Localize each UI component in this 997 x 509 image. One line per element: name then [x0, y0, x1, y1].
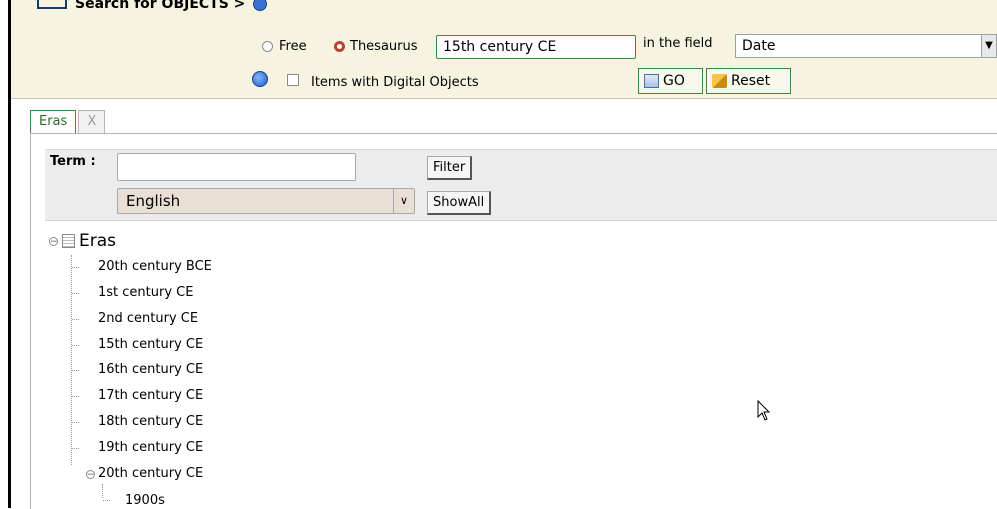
tree-connector — [72, 370, 79, 371]
tree-node[interactable]: 20th century BCE — [98, 259, 212, 274]
tree-connector — [72, 448, 79, 449]
tab-bar: Eras X — [30, 110, 107, 134]
tab-close[interactable]: X — [78, 110, 106, 134]
chevron-down-icon[interactable]: ▼ — [981, 35, 996, 57]
filter-button[interactable]: Filter — [427, 156, 473, 180]
reset-button[interactable]: Reset — [706, 68, 791, 94]
tree-connector — [72, 319, 79, 320]
tree-node[interactable]: 15th century CE — [98, 337, 203, 352]
field-select-value: Date — [742, 38, 776, 54]
search-heading-label: Search for OBJECTS > — [75, 0, 246, 12]
reset-button-label: Reset — [731, 73, 771, 89]
tree-connector — [72, 293, 79, 294]
tree-node[interactable]: 1st century CE — [98, 285, 193, 300]
mode-free-label: Free — [279, 39, 307, 54]
go-button[interactable]: GO — [638, 68, 703, 94]
tree-node[interactable]: 18th century CE — [98, 414, 203, 429]
tab-content: Term : Filter English ∨ ShowAll − Eras 2… — [30, 133, 997, 509]
search-icon — [644, 74, 659, 88]
tree-connector — [72, 345, 79, 346]
language-value: English — [126, 192, 181, 210]
document-icon — [62, 234, 75, 248]
tree-node[interactable]: 16th century CE — [98, 362, 203, 377]
tree-node[interactable]: 2nd century CE — [98, 311, 198, 326]
tree-root[interactable]: − Eras — [49, 231, 116, 251]
chevron-down-icon[interactable]: ∨ — [393, 189, 414, 213]
tree-child-node[interactable]: 1900s — [125, 493, 165, 508]
tree-connector — [72, 267, 79, 268]
digital-objects-label: Items with Digital Objects — [311, 75, 479, 90]
showall-button[interactable]: ShowAll — [427, 191, 492, 215]
tree-connector — [72, 396, 79, 397]
tree-node-expanded[interactable]: 20th century CE — [98, 466, 203, 481]
tree-node[interactable]: 19th century CE — [98, 440, 203, 455]
search-heading: Search for OBJECTS > — [37, 0, 268, 14]
mouse-cursor-icon — [757, 400, 771, 421]
language-select[interactable]: English ∨ — [117, 188, 415, 214]
mode-free-radio[interactable] — [262, 41, 273, 52]
tree-connector — [72, 422, 79, 423]
go-button-label: GO — [663, 73, 685, 89]
field-select[interactable]: Date ▼ — [735, 34, 997, 58]
filter-bar: Term : Filter English ∨ ShowAll — [45, 149, 997, 221]
mode-thesaurus-label: Thesaurus — [350, 39, 418, 54]
digital-objects-checkbox[interactable] — [287, 74, 299, 86]
info-icon[interactable] — [253, 0, 268, 11]
globe-icon[interactable] — [252, 71, 268, 87]
tree-connector — [103, 500, 110, 501]
tree-guide-line — [102, 484, 103, 498]
tab-eras[interactable]: Eras — [30, 110, 77, 134]
term-input[interactable] — [117, 153, 356, 181]
tree-guide-line — [71, 255, 72, 465]
tree-node[interactable]: 17th century CE — [98, 388, 203, 403]
query-input[interactable] — [436, 35, 636, 59]
term-label: Term : — [50, 154, 96, 169]
broom-icon — [712, 74, 727, 88]
mode-thesaurus-radio[interactable] — [334, 41, 345, 52]
collapse-icon[interactable]: − — [86, 470, 95, 480]
collapse-icon[interactable]: − — [49, 236, 58, 246]
panel-icon — [37, 0, 67, 9]
tree-root-label: Eras — [79, 231, 117, 251]
in-field-label: in the field — [643, 36, 713, 51]
app-window: Search for OBJECTS > Free Thesaurus in t… — [0, 0, 997, 509]
